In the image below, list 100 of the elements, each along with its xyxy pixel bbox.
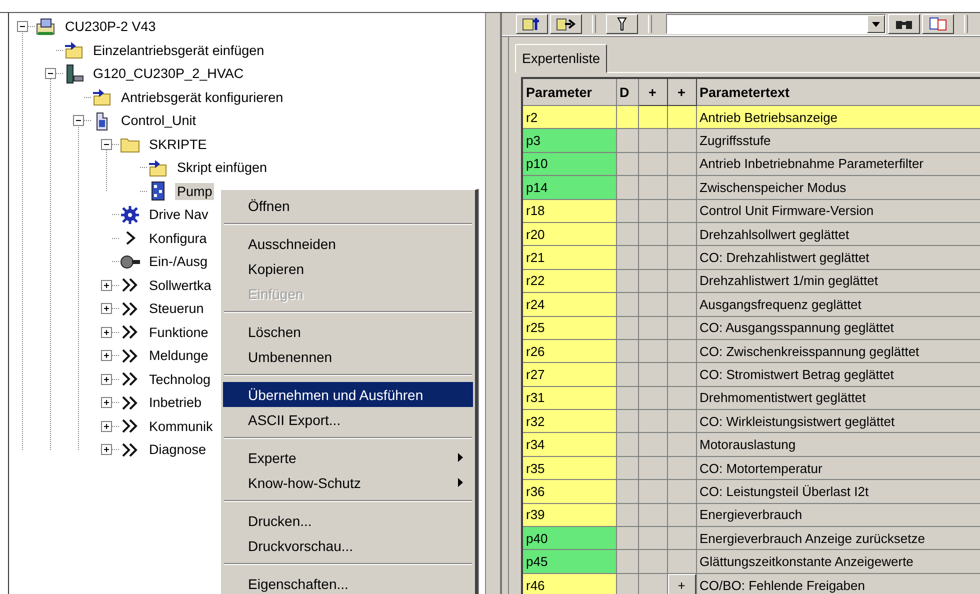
menu-item[interactable]: Kopieren [223,256,473,281]
expand-toggle[interactable] [101,280,112,291]
tree-item[interactable]: G120_CU230P_2_HVAC [91,65,246,82]
compare-icon [929,17,947,31]
collapse-toggle[interactable] [17,21,28,32]
table-cell: r36 [522,480,616,504]
menu-item[interactable]: Know-how-Schutz [223,470,473,495]
tree-item[interactable]: Sollwertka [147,276,214,294]
table-cell: r22 [522,269,616,293]
search-combo-box[interactable] [666,14,886,34]
table-cell: r32 [522,410,616,433]
tree-item[interactable]: Control_Unit [119,112,198,130]
table-cell: p14 [522,176,616,200]
menu-item[interactable]: Druckvorschau... [223,533,473,558]
tree-item[interactable]: Meldunge [147,347,210,364]
table-cell: CO: Ausgangsspannung geglättet [696,316,980,340]
toolbar-button[interactable] [516,14,548,34]
binoculars-icon [895,18,913,30]
column-header[interactable]: D [616,78,638,106]
table-cell: p45 [522,550,616,574]
table-cell: r20 [522,222,616,246]
tree-item[interactable]: Kommunik [147,418,215,435]
tree-item[interactable]: Steuerun [147,300,206,318]
column-button[interactable]: + [638,78,667,106]
table-cell: r27 [522,362,616,386]
tree-item[interactable]: Drive Nav [147,206,210,224]
table-cell: Drehmomentistwert geglättet [696,386,980,410]
table-cell: CO: Drehzahlistwert geglättet [696,246,980,270]
table-cell: Control Unit Firmware-Version [696,199,980,222]
tree-item[interactable]: Pump [175,182,214,200]
toolbar-button[interactable] [922,14,954,34]
table-cell: Energieverbrauch Anzeige zurücksetze [696,526,980,550]
tree-item[interactable]: SKRIPTE [147,136,209,153]
table-cell: r31 [522,386,616,410]
table-cell: Energieverbrauch [696,503,980,527]
table-cell: p40 [522,526,616,550]
tab[interactable]: Expertenliste [515,44,608,73]
search-button[interactable] [888,14,920,34]
menu-item[interactable]: ASCII Export... [223,407,473,432]
tree-item[interactable]: CU230P-2 V43 [63,18,158,36]
table-cell: CO: Stromistwert Betrag geglättet [696,362,980,386]
folder-arrow-icon [147,158,169,177]
gear-icon [119,204,141,225]
menu-item[interactable]: Ausschneiden [223,231,473,256]
tree-item[interactable]: Funktione [147,324,210,341]
table-cell: Drehzahlistwert 1/min geglättet [696,269,980,293]
filter-button[interactable] [606,14,638,34]
menu-item[interactable]: Übernehmen und Ausführen [223,382,473,407]
expand-toggle[interactable] [101,350,112,362]
menu-item[interactable]: Drucken... [223,508,473,533]
splitter[interactable] [485,13,502,594]
table-cell: p3 [522,128,616,152]
table-cell: r21 [522,246,616,270]
menu-item[interactable]: Eigenschaften... [223,571,473,594]
menu-item[interactable]: Umbenennen [223,344,473,369]
tree-item[interactable]: Antriebsgerät konfigurieren [119,88,286,106]
collapse-toggle[interactable] [73,115,84,126]
table-cell: Zwischenspeicher Modus [696,176,980,200]
table-cell: r26 [522,339,616,363]
column-button[interactable]: + [667,78,696,106]
table-cell: Motorauslastung [696,432,980,456]
project-icon [35,18,57,36]
table-cell: r18 [522,199,616,222]
insert-column-icon [522,17,542,31]
expand-toggle[interactable] [101,303,112,314]
collapse-toggle[interactable] [45,68,56,80]
expand-toggle[interactable] [101,444,112,456]
menu-item[interactable]: Löschen [223,319,473,344]
table-cell: Drehzahlsollwert geglättet [696,222,980,246]
table-cell: CO: Wirkleistungsistwert geglättet [696,410,980,433]
table-cell: Antrieb Inbetriebnahme Parameterfilter [696,152,980,176]
tree-item[interactable]: Einzelantriebsgerät einfügen [91,42,266,59]
column-header[interactable]: Parameter [522,78,616,106]
export-arrow-icon [556,17,576,31]
table-cell: r2 [522,106,616,129]
tree-item[interactable]: Inbetrieb [147,394,204,412]
table-cell: Zugriffsstufe [696,128,980,152]
table-cell: r25 [522,316,616,340]
expand-toggle[interactable] [101,397,112,408]
table-cell: CO: Leistungsteil Überlast I2t [696,480,980,504]
table-cell: Antrieb Betriebsanzeige [696,106,980,129]
expand-button[interactable]: + [668,574,696,594]
expand-toggle[interactable] [101,326,112,338]
tree-item[interactable]: Skript einfügen [175,159,270,176]
menu-item[interactable]: Experte [223,445,473,470]
table-cell: r34 [522,432,616,456]
toolbar-button[interactable] [550,14,582,34]
table-cell: r46 [522,573,616,594]
tree-item[interactable]: Diagnose [147,441,208,458]
expand-toggle[interactable] [101,420,112,432]
table-cell: r24 [522,292,616,316]
menu-item[interactable]: Öffnen [223,193,473,218]
tree-item[interactable]: Technolog [147,370,213,388]
collapse-toggle[interactable] [101,138,112,150]
filter-icon [617,17,627,31]
tree-item[interactable]: Konfigura [147,230,209,247]
column-header[interactable]: Parametertext [696,78,980,106]
tree-item[interactable]: Ein-/Ausg [147,253,210,270]
table-cell: r39 [522,503,616,527]
expand-toggle[interactable] [101,374,112,385]
